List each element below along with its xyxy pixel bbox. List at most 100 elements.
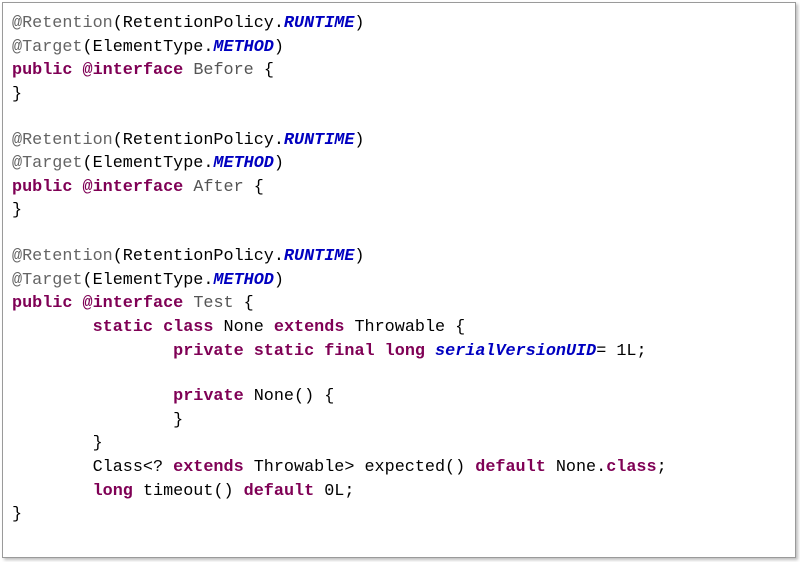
- code-line: private static final long serialVersionU…: [12, 340, 795, 364]
- code-listing: @Retention(RetentionPolicy.RUNTIME) @Targ…: [2, 2, 796, 558]
- code-line: @Retention(RetentionPolicy.RUNTIME): [12, 12, 795, 36]
- code-token-constant: RUNTIME: [283, 247, 355, 267]
- code-token-plain: None() {: [243, 387, 335, 407]
- code-line: }: [12, 432, 795, 456]
- code-token-annotation: @Retention: [12, 14, 113, 33]
- code-token-plain: ): [273, 154, 284, 174]
- code-token-keyword: public: [12, 294, 73, 314]
- code-line: @Target(ElementType.METHOD): [12, 36, 795, 60]
- code-token-plain: None: [213, 317, 274, 337]
- code-token-keyword: public: [12, 61, 73, 81]
- code-token-plain: (ElementType.: [82, 270, 214, 290]
- code-token-keyword: @interface: [82, 61, 184, 81]
- code-token-plain: timeout(): [132, 481, 244, 501]
- code-line: }: [12, 409, 795, 433]
- code-token-keyword: class: [606, 458, 657, 478]
- code-line: public @interface Test {: [12, 292, 795, 316]
- code-token-constant: serialVersionUID: [435, 341, 597, 361]
- code-token-plain: (ElementType.: [82, 154, 214, 174]
- code-token-plain: (RetentionPolicy.: [112, 14, 284, 33]
- code-token-plain: }: [12, 505, 23, 525]
- code-token-name: After: [193, 177, 244, 197]
- code-line: @Retention(RetentionPolicy.RUNTIME): [12, 129, 795, 153]
- code-token-plain: ;: [656, 458, 667, 478]
- code-token-constant: METHOD: [213, 270, 274, 290]
- code-line: @Target(ElementType.METHOD): [12, 269, 795, 293]
- code-token-plain: ): [354, 247, 365, 267]
- code-token-annotation: @Target: [12, 37, 83, 57]
- code-token-keyword: @interface: [82, 177, 184, 197]
- code-token-keyword: final: [324, 341, 375, 361]
- code-line: }: [12, 503, 795, 527]
- code-token-plain: {: [243, 177, 264, 197]
- code-token-plain: =: [596, 341, 617, 361]
- code-token-plain: (RetentionPolicy.: [112, 247, 284, 267]
- code-token-plain: (ElementType.: [82, 37, 214, 57]
- code-token-constant: METHOD: [213, 154, 274, 174]
- code-token-plain: ;: [344, 481, 355, 501]
- code-token-plain: None.: [545, 458, 607, 478]
- code-token-plain: (RetentionPolicy.: [112, 130, 284, 150]
- code-token-plain: Class<?: [12, 458, 174, 478]
- code-token-plain: ;: [636, 341, 647, 361]
- code-token-constant: METHOD: [213, 37, 274, 57]
- code-line: private None() {: [12, 385, 795, 409]
- code-line: long timeout() default 0L;: [12, 480, 795, 504]
- code-token-keyword: class: [163, 317, 214, 337]
- code-line: }: [12, 83, 795, 107]
- code-token-annotation: @Retention: [12, 247, 113, 267]
- code-token-name: Test: [193, 294, 234, 314]
- code-token-plain: ): [354, 14, 365, 33]
- code-token-plain: }: [12, 410, 184, 430]
- code-token-constant: RUNTIME: [283, 14, 355, 33]
- code-token-keyword: default: [475, 458, 546, 478]
- code-line: }: [12, 199, 795, 223]
- code-token-plain: }: [12, 84, 23, 104]
- code-token-plain: {: [233, 294, 254, 314]
- code-line: public @interface Before {: [12, 59, 795, 83]
- code-token-keyword: private: [173, 341, 244, 361]
- code-token-annotation: @Retention: [12, 130, 113, 150]
- code-token-keyword: @interface: [82, 294, 184, 314]
- code-token-keyword: default: [243, 481, 315, 501]
- code-line: @Target(ElementType.METHOD): [12, 152, 795, 176]
- code-token-keyword: public: [12, 177, 73, 197]
- code-token-plain: }: [12, 201, 23, 221]
- code-line: Class<? extends Throwable> expected() de…: [12, 456, 795, 480]
- code-token-plain: {: [253, 61, 274, 81]
- code-token-keyword: private: [173, 387, 244, 407]
- code-line: static class None extends Throwable {: [12, 316, 795, 340]
- code-token-plain: ): [273, 37, 284, 57]
- code-token-number: 0L: [324, 481, 345, 501]
- code-token-keyword: long: [92, 481, 133, 501]
- code-token-number: 1L: [616, 341, 637, 361]
- code-token-constant: RUNTIME: [283, 130, 355, 150]
- code-token-name: Before: [193, 61, 254, 81]
- code-line: public @interface After {: [12, 176, 795, 200]
- code-token-plain: Throwable> expected(): [243, 458, 476, 478]
- code-token-keyword: extends: [273, 317, 345, 337]
- code-token-keyword: static: [253, 341, 315, 361]
- code-line: @Retention(RetentionPolicy.RUNTIME): [12, 245, 795, 269]
- code-token-annotation: @Target: [12, 154, 83, 174]
- code-token-keyword: static: [92, 317, 154, 337]
